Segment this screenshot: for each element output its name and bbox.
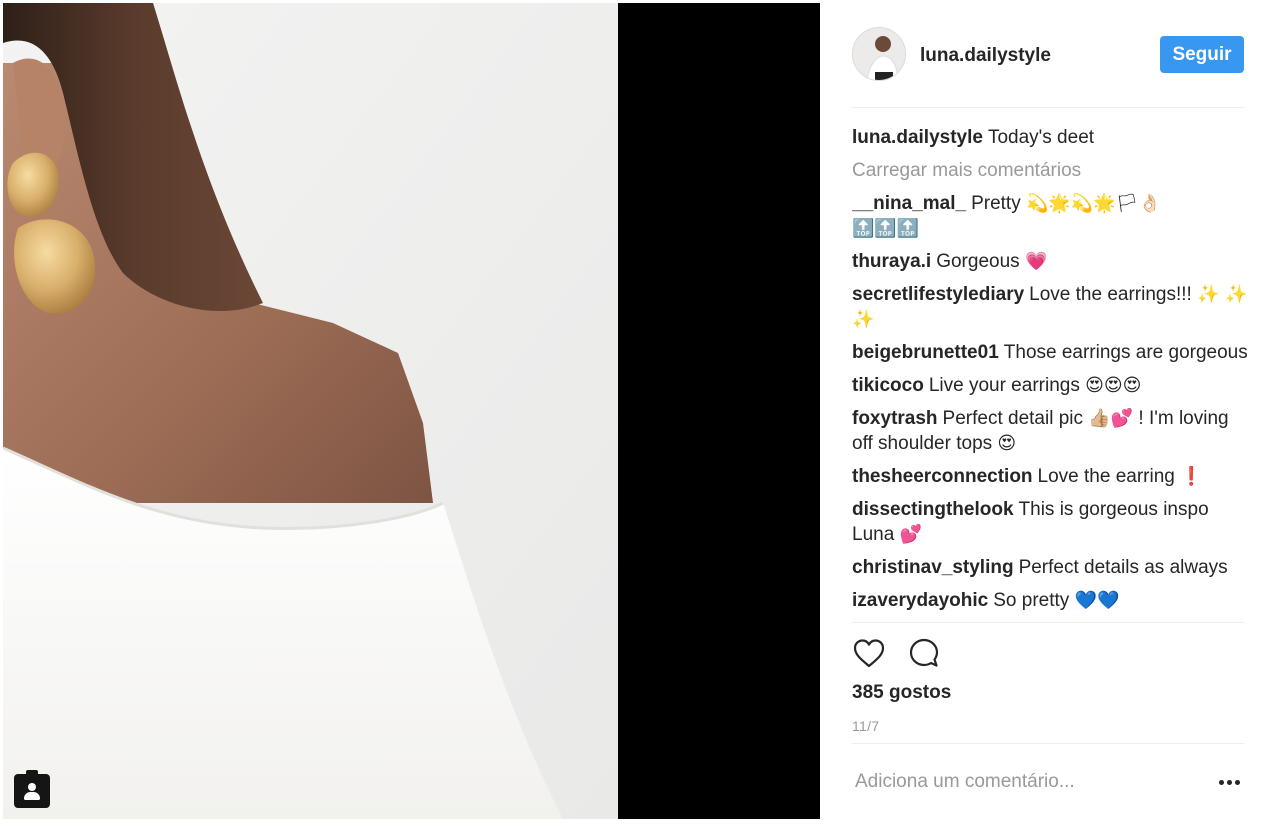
comment-item: beigebrunette01 Those earrings are gorgeo… bbox=[852, 340, 1248, 365]
comment-text: Those earrings are gorgeous bbox=[1003, 342, 1248, 363]
post-caption: luna.dailystyle Today's deet bbox=[852, 125, 1248, 150]
post-photo[interactable] bbox=[3, 3, 618, 819]
avatar[interactable] bbox=[852, 27, 906, 81]
avatar-image bbox=[853, 28, 905, 80]
comment-item: __nina_mal_ Pretty 💫🌟💫🌟🏳👌🏻 🔝🔝🔝 bbox=[852, 191, 1248, 241]
comment-item: thuraya.i Gorgeous 💗 bbox=[852, 249, 1248, 274]
post-side-panel: luna.dailystyle Seguir luna.dailystyle To… bbox=[821, 3, 1277, 819]
comment-emoji: 🔝🔝🔝 bbox=[852, 218, 920, 239]
post-image bbox=[3, 3, 618, 819]
post-modal: luna.dailystyle Seguir luna.dailystyle To… bbox=[0, 0, 1280, 826]
more-options-dot bbox=[1219, 780, 1224, 785]
comment-username[interactable]: __nina_mal_ bbox=[852, 193, 966, 214]
comment-emoji: 💗 bbox=[1024, 251, 1048, 272]
caption-username[interactable]: luna.dailystyle bbox=[852, 127, 983, 148]
post-author-username[interactable]: luna.dailystyle bbox=[920, 45, 1051, 67]
divider bbox=[852, 107, 1244, 108]
comment-text: So pretty bbox=[993, 590, 1070, 611]
comment-item: secretlifestylediary Love the earrings!!!… bbox=[852, 282, 1248, 332]
divider bbox=[852, 622, 1244, 623]
comments-list[interactable]: luna.dailystyle Today's deet Carregar mai… bbox=[852, 125, 1248, 623]
comment-emoji: 💕 bbox=[899, 524, 922, 545]
comment-emoji: 💙💙 bbox=[1074, 590, 1120, 611]
likes-count[interactable]: 385 gostos bbox=[852, 682, 951, 704]
like-button[interactable] bbox=[852, 637, 888, 673]
comment-username[interactable]: thuraya.i bbox=[852, 251, 931, 272]
caption-text: Today's deet bbox=[987, 127, 1095, 148]
post-header: luna.dailystyle Seguir bbox=[852, 27, 1244, 85]
comment-item: christinav_styling Perfect details as alw… bbox=[852, 555, 1248, 580]
comment-text: Pretty bbox=[971, 193, 1021, 214]
comment-emoji: 😍😍😍 bbox=[1085, 375, 1142, 396]
user-tag-icon[interactable] bbox=[14, 770, 50, 808]
photo-letterbox bbox=[618, 3, 820, 819]
comment-text: Perfect detail pic bbox=[942, 408, 1083, 429]
comment-emoji: 😍 bbox=[997, 433, 1017, 454]
divider bbox=[852, 743, 1244, 744]
comment-emoji: 💫🌟💫🌟🏳👌🏻 bbox=[1025, 193, 1161, 214]
comment-icon bbox=[909, 638, 939, 667]
user-tag-icon-head bbox=[28, 783, 36, 791]
comment-text: Perfect details as always bbox=[1018, 557, 1228, 578]
comment-username[interactable]: beigebrunette01 bbox=[852, 342, 999, 363]
follow-button[interactable]: Seguir bbox=[1160, 36, 1244, 73]
comment-username[interactable]: secretlifestylediary bbox=[852, 284, 1024, 305]
more-options-dot bbox=[1235, 780, 1240, 785]
heart-icon bbox=[853, 639, 885, 668]
comment-username[interactable]: dissectingthelook bbox=[852, 499, 1014, 520]
comment-username[interactable]: foxytrash bbox=[852, 408, 938, 429]
comment-item: tikicoco Live your earrings 😍😍😍 bbox=[852, 373, 1248, 398]
comment-username[interactable]: izaverydayohic bbox=[852, 590, 988, 611]
comment-emoji: 👍🏼💕 bbox=[1088, 408, 1134, 429]
more-options-icon[interactable] bbox=[1219, 773, 1243, 791]
load-more-comments-link[interactable]: Carregar mais comentários bbox=[852, 158, 1248, 183]
more-options-dot bbox=[1227, 780, 1232, 785]
comment-item: dissectingthelook This is gorgeous inspo … bbox=[852, 497, 1248, 547]
comment-text: Love the earring bbox=[1037, 466, 1175, 487]
comment-button[interactable] bbox=[907, 637, 943, 673]
comment-item: thesheerconnection Love the earring ❗ bbox=[852, 464, 1248, 489]
comment-text: Gorgeous bbox=[936, 251, 1020, 272]
post-date[interactable]: 11/7 bbox=[852, 718, 879, 734]
comment-text: Love the earrings!!! bbox=[1029, 284, 1192, 305]
comment-username[interactable]: christinav_styling bbox=[852, 557, 1014, 578]
user-tag-icon-body bbox=[24, 792, 40, 800]
comment-text: Live your earrings bbox=[928, 375, 1080, 396]
comment-emoji: ❗ bbox=[1180, 466, 1203, 487]
comment-item: izaverydayohic So pretty 💙💙 bbox=[852, 588, 1248, 613]
comment-item: foxytrash Perfect detail pic 👍🏼💕 ! I'm lo… bbox=[852, 406, 1248, 456]
comment-username[interactable]: tikicoco bbox=[852, 375, 924, 396]
add-comment-input[interactable] bbox=[852, 767, 1192, 797]
comment-username[interactable]: thesheerconnection bbox=[852, 466, 1033, 487]
